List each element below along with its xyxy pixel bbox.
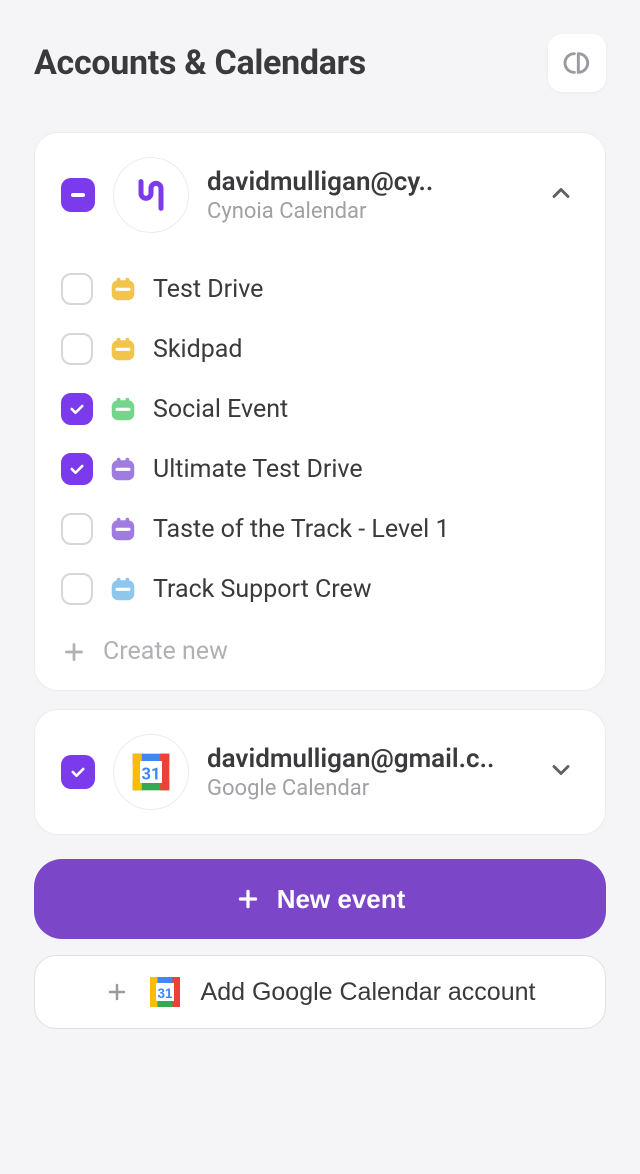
add-google-label: Add Google Calendar account <box>201 978 536 1007</box>
calendar-name: Ultimate Test Drive <box>153 455 363 484</box>
calendar-item[interactable]: Skidpad <box>61 319 579 379</box>
check-icon <box>68 400 86 418</box>
calendar-checkbox[interactable] <box>61 333 93 365</box>
calendar-item[interactable]: Social Event <box>61 379 579 439</box>
calendar-icon <box>107 453 139 485</box>
calendar-item[interactable]: Test Drive <box>61 259 579 319</box>
account-provider: Google Calendar <box>207 776 525 801</box>
calendar-checkbox[interactable] <box>61 393 93 425</box>
account-checkbox-checked[interactable] <box>61 755 95 789</box>
google-calendar-icon: 31 <box>129 750 173 794</box>
plus-icon <box>105 980 129 1004</box>
account-info: davidmulligan@gmail.c.. Google Calendar <box>207 744 525 801</box>
account-card-cynoia: davidmulligan@cy.. Cynoia Calendar Test … <box>34 132 606 691</box>
avatar-button[interactable] <box>548 34 606 92</box>
page-title: Accounts & Calendars <box>34 43 366 83</box>
account-email: davidmulligan@cy.. <box>207 167 525 197</box>
calendar-icon <box>107 513 139 545</box>
calendar-icon <box>107 573 139 605</box>
calendar-icon <box>107 273 139 305</box>
calendar-name: Social Event <box>153 395 288 424</box>
calendar-list: Test Drive Skidpad Social Event <box>61 259 579 666</box>
calendar-item[interactable]: Taste of the Track - Level 1 <box>61 499 579 559</box>
cynoia-icon <box>131 175 171 215</box>
check-icon <box>69 763 87 781</box>
account-provider: Cynoia Calendar <box>207 199 525 224</box>
expand-toggle[interactable] <box>543 752 579 792</box>
svg-text:31: 31 <box>157 986 173 1001</box>
new-event-label: New event <box>277 884 406 915</box>
account-icon-cynoia <box>113 157 189 233</box>
plus-icon <box>235 886 261 912</box>
account-checkbox-indeterminate[interactable] <box>61 178 95 212</box>
google-calendar-icon: 31 <box>147 974 183 1010</box>
create-new-calendar[interactable]: Create new <box>61 619 579 666</box>
calendar-icon <box>107 393 139 425</box>
account-header[interactable]: 31 davidmulligan@gmail.c.. Google Calend… <box>61 734 579 810</box>
plus-icon <box>61 639 87 665</box>
create-new-label: Create new <box>103 637 228 666</box>
calendar-name: Test Drive <box>153 275 263 304</box>
account-info: davidmulligan@cy.. Cynoia Calendar <box>207 167 525 224</box>
calendar-name: Track Support Crew <box>153 575 372 604</box>
calendar-checkbox[interactable] <box>61 453 93 485</box>
account-icon-google: 31 <box>113 734 189 810</box>
calendar-item[interactable]: Track Support Crew <box>61 559 579 619</box>
calendar-checkbox[interactable] <box>61 513 93 545</box>
chevron-up-icon <box>547 179 575 207</box>
calendar-checkbox[interactable] <box>61 273 93 305</box>
calendar-name: Taste of the Track - Level 1 <box>153 515 450 544</box>
calendar-name: Skidpad <box>153 335 242 364</box>
account-card-google: 31 davidmulligan@gmail.c.. Google Calend… <box>34 709 606 835</box>
svg-text:31: 31 <box>142 765 161 784</box>
add-google-account-button[interactable]: 31 Add Google Calendar account <box>34 955 606 1029</box>
check-icon <box>68 460 86 478</box>
account-header[interactable]: davidmulligan@cy.. Cynoia Calendar <box>61 157 579 233</box>
calendar-checkbox[interactable] <box>61 573 93 605</box>
page-header: Accounts & Calendars <box>34 34 606 92</box>
new-event-button[interactable]: New event <box>34 859 606 939</box>
calendar-item[interactable]: Ultimate Test Drive <box>61 439 579 499</box>
collapse-toggle[interactable] <box>543 175 579 215</box>
account-email: davidmulligan@gmail.c.. <box>207 744 525 774</box>
chevron-down-icon <box>547 756 575 784</box>
calendar-icon <box>107 333 139 365</box>
avatar-cd-icon <box>561 47 593 79</box>
